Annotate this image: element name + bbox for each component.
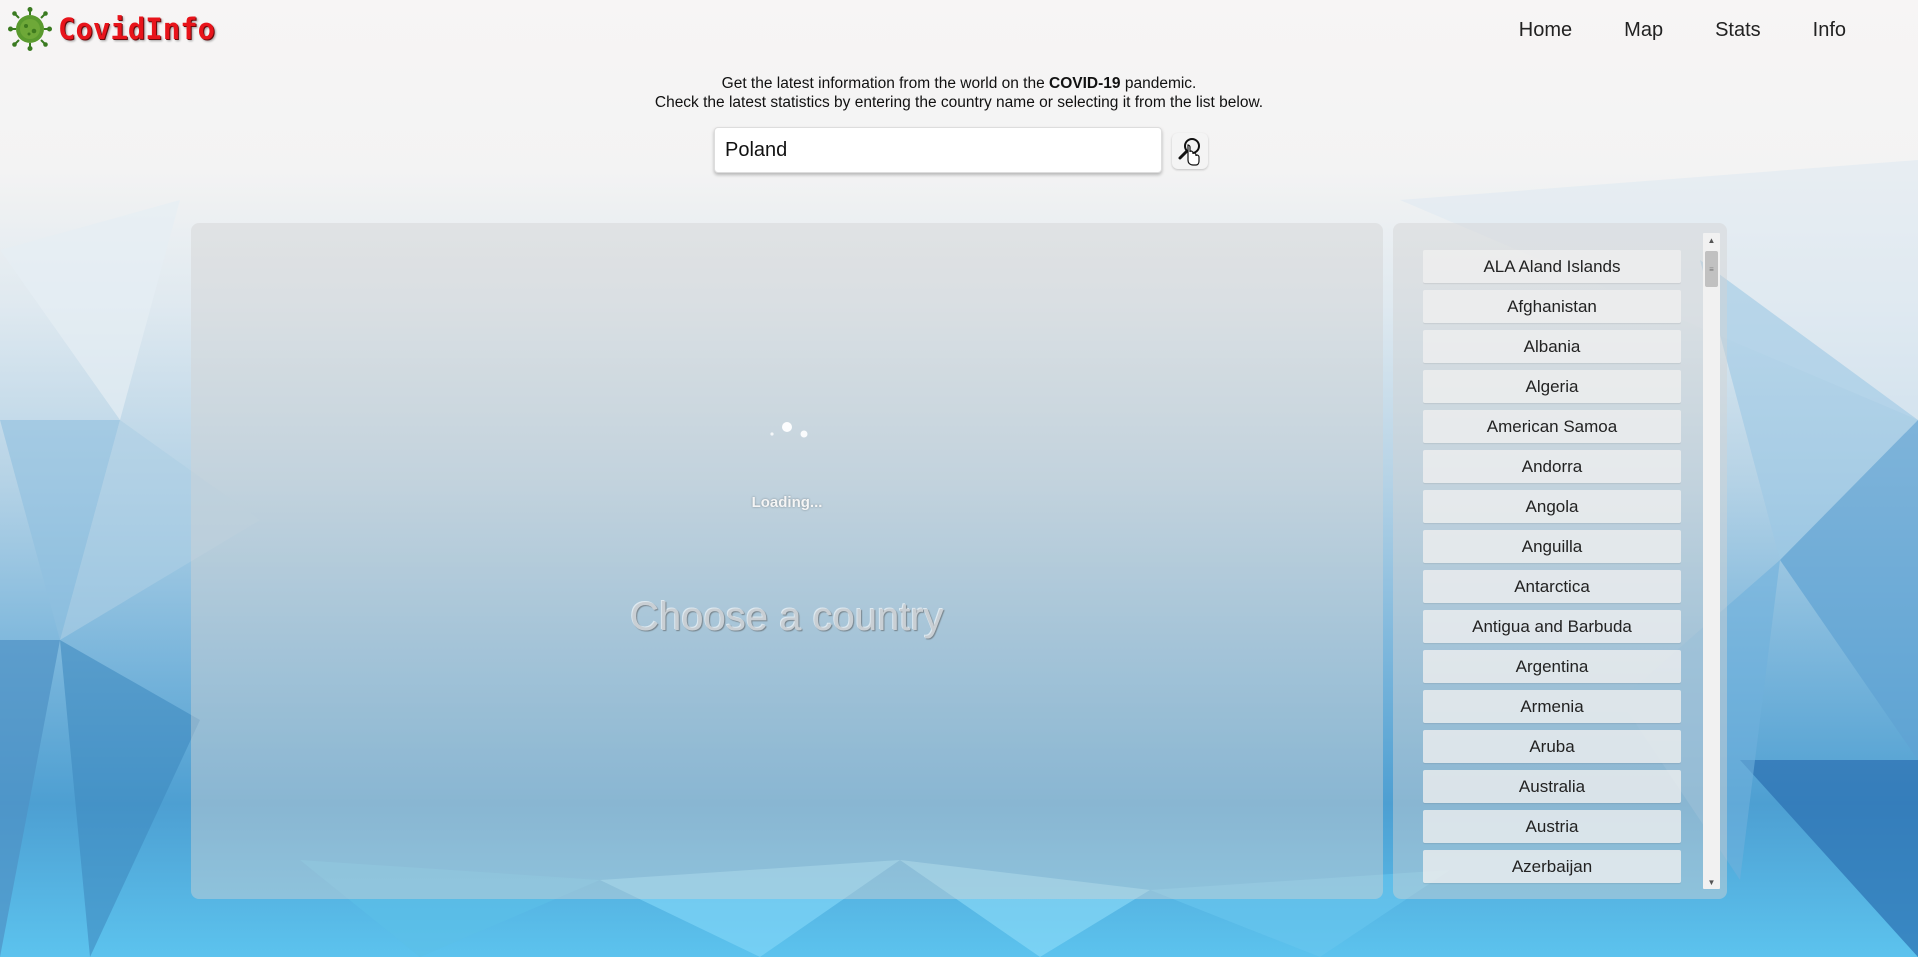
intro-line-1-start: Get the latest information from the worl… (721, 75, 1050, 92)
country-item[interactable]: Australia (1423, 770, 1681, 803)
virus-icon (8, 7, 52, 51)
scroll-up-arrow-icon[interactable]: ▲ (1703, 233, 1720, 247)
country-item[interactable]: Albania (1423, 330, 1681, 363)
country-item[interactable]: Austria (1423, 810, 1681, 843)
choose-country-prompt: Choose a country (630, 595, 944, 639)
intro-line-2: Check the latest statistics by entering … (654, 94, 1264, 111)
loading-spinner-icon (770, 422, 808, 438)
country-search-input[interactable] (714, 127, 1162, 173)
country-item[interactable]: Antarctica (1423, 570, 1681, 603)
app-name: CovidInfo (58, 12, 216, 46)
intro-highlight: COVID-19 (1049, 75, 1121, 92)
country-item[interactable]: Algeria (1423, 370, 1681, 403)
country-item[interactable]: American Samoa (1423, 410, 1681, 443)
country-stats-panel: Loading... Choose a country (191, 223, 1383, 899)
header: CovidInfo Home Map Stats Info (0, 0, 1918, 62)
country-item[interactable]: Armenia (1423, 690, 1681, 723)
country-item[interactable]: Argentina (1423, 650, 1681, 683)
main-nav: Home Map Stats Info (1493, 17, 1872, 44)
loading-text: Loading... (751, 494, 823, 511)
scroll-thumb[interactable]: ≡ (1705, 251, 1718, 287)
intro-text: Get the latest information from the worl… (0, 74, 1918, 112)
country-item[interactable]: Afghanistan (1423, 290, 1681, 323)
country-item[interactable]: Aruba (1423, 730, 1681, 763)
search-button[interactable] (1172, 133, 1208, 169)
intro-line-1-end: pandemic. (1120, 75, 1197, 92)
country-item[interactable]: Andorra (1423, 450, 1681, 483)
country-list-scrollbar[interactable]: ▲ ≡ ▼ (1703, 233, 1720, 889)
logo[interactable]: CovidInfo (8, 7, 215, 51)
intro-line-1: Get the latest information from the worl… (0, 74, 1918, 93)
country-item[interactable]: Antigua and Barbuda (1423, 610, 1681, 643)
nav-info[interactable]: Info (1787, 17, 1872, 44)
nav-stats[interactable]: Stats (1689, 17, 1787, 44)
country-list-panel: ALA Aland Islands Afghanistan Albania Alger… (1393, 223, 1727, 899)
hand-cursor-icon (1187, 144, 1200, 166)
country-list[interactable]: ALA Aland Islands Afghanistan Albania Alger… (1423, 250, 1681, 886)
country-item[interactable]: Azerbaijan (1423, 850, 1681, 883)
country-item[interactable]: Angola (1423, 490, 1681, 523)
scroll-down-arrow-icon[interactable]: ▼ (1703, 875, 1720, 889)
search-icon (1178, 138, 1200, 166)
nav-home[interactable]: Home (1493, 17, 1598, 44)
nav-map[interactable]: Map (1598, 17, 1689, 44)
country-item[interactable]: ALA Aland Islands (1423, 250, 1681, 283)
country-item[interactable]: Anguilla (1423, 530, 1681, 563)
